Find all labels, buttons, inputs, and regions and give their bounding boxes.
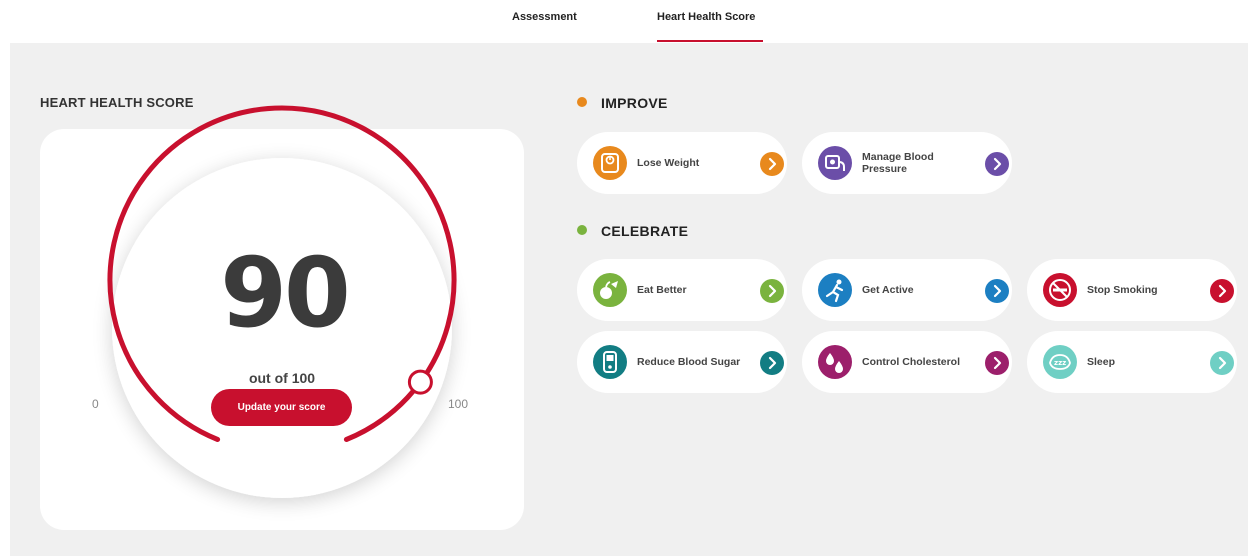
- card-label: Reduce Blood Sugar: [637, 356, 741, 368]
- update-score-button[interactable]: Update your score: [211, 389, 352, 426]
- card-control-cholesterol[interactable]: Control Cholesterol: [802, 331, 1012, 393]
- card-get-active[interactable]: Get Active: [802, 259, 1012, 321]
- tab-heart-health-score[interactable]: Heart Health Score: [657, 11, 755, 23]
- active-tab-indicator: [657, 40, 763, 42]
- card-sleep[interactable]: zzz Sleep: [1027, 331, 1237, 393]
- chevron-right-icon[interactable]: [985, 279, 1009, 303]
- card-label: Manage Blood Pressure: [862, 151, 934, 175]
- celebrate-heading: CELEBRATE: [601, 223, 689, 239]
- card-eat-better[interactable]: Eat Better: [577, 259, 787, 321]
- chevron-right-icon[interactable]: [1210, 351, 1234, 375]
- gauge-max-label: 100: [448, 397, 469, 411]
- chevron-right-icon[interactable]: [760, 279, 784, 303]
- card-label: Get Active: [862, 284, 914, 296]
- top-tab-bar: Assessment Heart Health Score: [0, 0, 1248, 43]
- card-label: Stop Smoking: [1087, 284, 1158, 296]
- chevron-right-icon[interactable]: [760, 152, 784, 176]
- scale-icon: [593, 146, 627, 180]
- chevron-right-icon[interactable]: [760, 351, 784, 375]
- cholesterol-icon: [818, 345, 852, 379]
- score-value: 90: [220, 237, 351, 349]
- card-label: Eat Better: [637, 284, 687, 296]
- improve-heading: IMPROVE: [601, 95, 668, 111]
- improve-dot: [577, 97, 587, 107]
- celebrate-dot: [577, 225, 587, 235]
- chevron-right-icon[interactable]: [985, 152, 1009, 176]
- card-stop-smoking[interactable]: Stop Smoking: [1027, 259, 1237, 321]
- card-label: Control Cholesterol: [862, 356, 961, 368]
- card-label: Sleep: [1087, 356, 1116, 368]
- blood-pressure-icon: [818, 146, 852, 180]
- score-section-title: HEART HEALTH SCORE: [40, 95, 194, 110]
- chevron-right-icon[interactable]: [1210, 279, 1234, 303]
- svg-text:zzz: zzz: [1054, 359, 1066, 367]
- sleep-icon: zzz: [1043, 345, 1077, 379]
- no-smoking-icon: [1043, 273, 1077, 307]
- running-icon: [818, 273, 852, 307]
- card-label: Lose Weight: [637, 157, 700, 169]
- tab-assessment[interactable]: Assessment: [512, 11, 577, 23]
- card-manage-blood-pressure[interactable]: Manage Blood Pressure: [802, 132, 1012, 194]
- glucose-meter-icon: [593, 345, 627, 379]
- card-lose-weight[interactable]: Lose Weight: [577, 132, 787, 194]
- score-out-of: out of 100: [248, 370, 316, 386]
- chevron-right-icon[interactable]: [985, 351, 1009, 375]
- gauge-min-label: 0: [92, 397, 99, 411]
- food-icon: [593, 273, 627, 307]
- card-reduce-blood-sugar[interactable]: Reduce Blood Sugar: [577, 331, 787, 393]
